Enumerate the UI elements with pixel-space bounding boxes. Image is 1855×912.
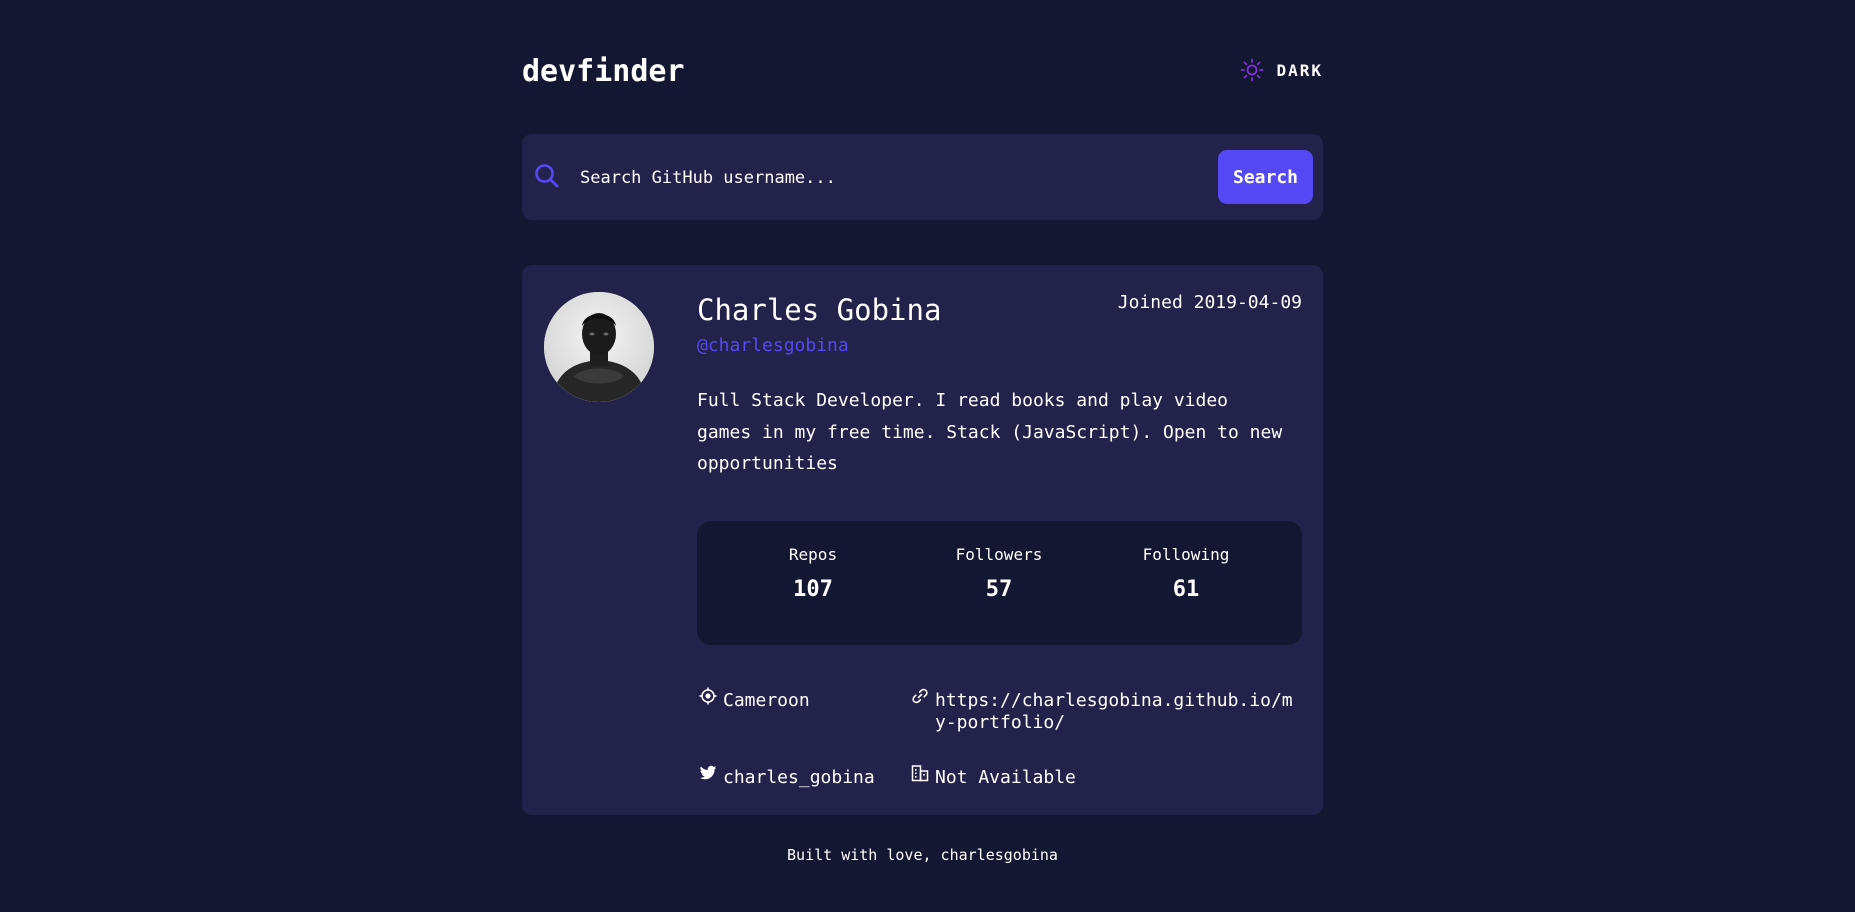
location-icon — [699, 687, 717, 705]
stat-repos: Repos 107 — [723, 545, 903, 602]
stats-panel: Repos 107 Followers 57 Following 61 — [697, 521, 1302, 645]
search-button[interactable]: Search — [1218, 150, 1313, 204]
stat-label: Following — [1142, 545, 1230, 564]
app-logo: devfinder — [522, 54, 685, 89]
footer-text: Built with love, charlesgobina — [787, 846, 1058, 864]
company-text: Not Available — [935, 767, 1076, 788]
search-input[interactable] — [578, 160, 1182, 196]
location-text: Cameroon — [723, 690, 810, 711]
stat-label: Followers — [955, 545, 1043, 564]
profile-handle-link[interactable]: @charlesgobina — [697, 335, 849, 356]
stat-value: 61 — [1172, 577, 1200, 602]
stat-value: 107 — [793, 577, 833, 602]
website-item[interactable]: https://charlesgobina.github.io/my-portf… — [911, 688, 1303, 734]
link-icon — [911, 688, 929, 705]
profile-name: Charles Gobina — [697, 293, 942, 327]
building-icon — [911, 765, 929, 782]
location-item: Cameroon — [699, 687, 810, 712]
stat-following: Following 61 — [1096, 545, 1276, 602]
search-icon — [534, 163, 560, 189]
stat-label: Repos — [788, 545, 838, 564]
joined-date: Joined 2019-04-09 — [1117, 292, 1302, 313]
theme-toggle-label: DARK — [1276, 60, 1323, 80]
footer: Built with love, charlesgobina — [522, 846, 1323, 864]
profile-card: Charles Gobina @charlesgobina Joined 201… — [522, 265, 1323, 815]
profile-bio: Full Stack Developer. I read books and p… — [697, 390, 1283, 474]
avatar — [544, 292, 654, 402]
theme-toggle-button[interactable]: DARK — [1240, 58, 1323, 82]
stat-value: 57 — [985, 577, 1013, 602]
header: devfinder DARK — [522, 50, 1323, 96]
company-item: Not Available — [911, 765, 1076, 789]
twitter-item[interactable]: charles_gobina — [699, 765, 875, 789]
sun-icon — [1240, 58, 1264, 82]
stat-followers: Followers 57 — [909, 545, 1089, 602]
search-bar: Search — [522, 134, 1323, 220]
twitter-handle: charles_gobina — [723, 767, 875, 788]
website-link[interactable]: https://charlesgobina.github.io/my-portf… — [935, 690, 1303, 734]
twitter-icon — [699, 765, 717, 782]
